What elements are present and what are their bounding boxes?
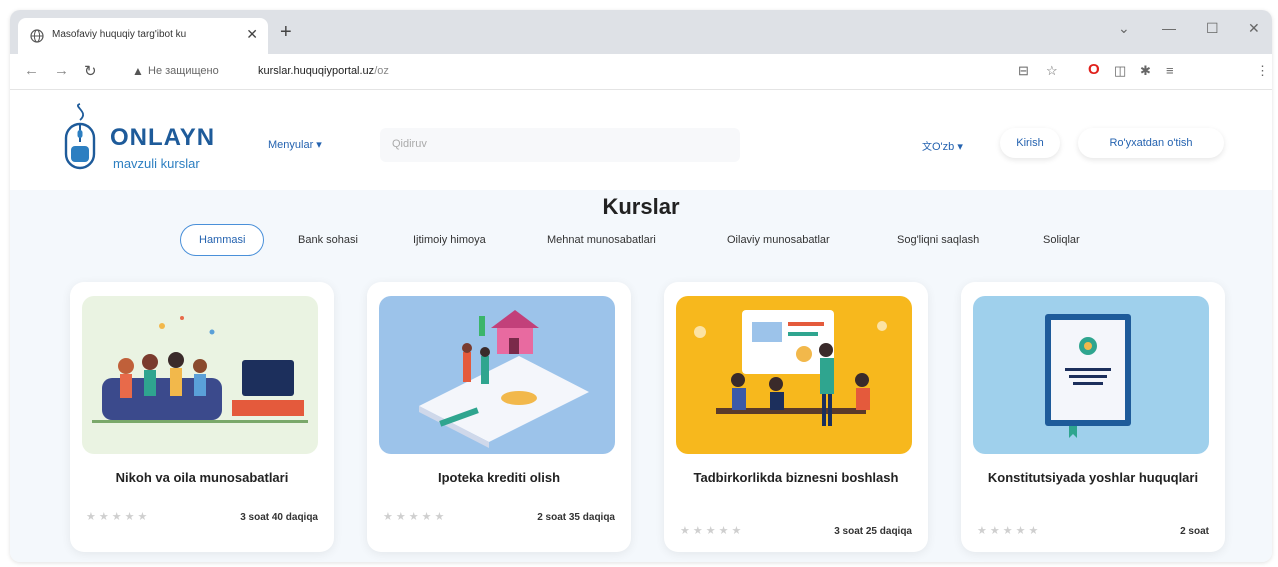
language-selector[interactable]: 文O'zb ▾ bbox=[922, 138, 963, 153]
course-image[interactable] bbox=[676, 296, 912, 454]
course-title[interactable]: Ipoteka krediti olish bbox=[377, 468, 621, 488]
rating-stars-icon[interactable]: ★★★★★ bbox=[977, 524, 1041, 537]
logo-subtitle: mavzuli kurslar bbox=[113, 156, 200, 171]
screenshot-extension-icon[interactable]: ◫ bbox=[1114, 63, 1126, 79]
mouse-logo-icon[interactable] bbox=[62, 102, 98, 172]
login-button[interactable]: Kirish bbox=[1000, 128, 1060, 158]
bookmark-star-icon[interactable]: ☆ bbox=[1046, 63, 1058, 79]
browser-toolbar: ← → ↻ ▲ Не защищено kurslar.huquqiyporta… bbox=[10, 54, 1272, 90]
rating-stars-icon[interactable]: ★★★★★ bbox=[383, 510, 447, 523]
course-card[interactable]: Ipoteka krediti olish ★★★★★ 2 soat 35 da… bbox=[367, 282, 631, 552]
reading-list-icon[interactable]: ≡ bbox=[1166, 63, 1174, 78]
tab-strip: Masofaviy huquqiy targ'ibot ku ✕ + ⌄ — ☐… bbox=[10, 10, 1272, 54]
course-card[interactable]: Nikoh va oila munosabatlari ★★★★★ 3 soat… bbox=[70, 282, 334, 552]
address-bar[interactable]: ▲ Не защищено kurslar.huquqiyportal.uz/o… bbox=[118, 59, 1108, 85]
search-placeholder: Qidiruv bbox=[392, 138, 427, 150]
browser-tab[interactable]: Masofaviy huquqiy targ'ibot ku ✕ bbox=[18, 18, 268, 54]
install-app-icon[interactable]: ⊟ bbox=[1018, 63, 1029, 79]
warning-triangle-icon[interactable]: ▲ bbox=[132, 64, 144, 78]
course-duration: 3 soat 25 daqiqa bbox=[834, 526, 912, 537]
constitution-book-icon bbox=[973, 296, 1209, 454]
translate-icon: 文 bbox=[922, 142, 932, 153]
category-tab-family-relations[interactable]: Oilaviy munosabatlar bbox=[727, 234, 830, 246]
category-tab-healthcare[interactable]: Sog'liqni saqlash bbox=[897, 234, 979, 246]
forward-arrow-icon[interactable]: → bbox=[54, 62, 69, 79]
language-label: O'zb ▾ bbox=[932, 141, 963, 153]
course-card[interactable]: Konstitutsiyada yoshlar huquqlari ★★★★★ … bbox=[961, 282, 1225, 552]
course-title[interactable]: Konstitutsiyada yoshlar huquqlari bbox=[971, 468, 1215, 488]
category-tab-social-protection[interactable]: Ijtimoiy himoya bbox=[413, 234, 486, 246]
opera-extension-icon[interactable]: O bbox=[1088, 61, 1100, 78]
course-card[interactable]: Tadbirkorlikda biznesni boshlash ★★★★★ 3… bbox=[664, 282, 928, 552]
site-header: ONLAYN mavzuli kurslar Menyular ▾ Qidiru… bbox=[10, 90, 1272, 190]
house-mortgage-icon bbox=[379, 296, 615, 454]
course-image[interactable] bbox=[379, 296, 615, 454]
tab-title: Masofaviy huquqiy targ'ibot ku bbox=[52, 29, 187, 40]
minimize-button[interactable]: — bbox=[1162, 20, 1176, 36]
menu-dropdown[interactable]: Menyular ▾ bbox=[268, 138, 322, 151]
logo-title[interactable]: ONLAYN bbox=[110, 124, 215, 152]
url-path: /oz bbox=[374, 65, 389, 77]
rating-stars-icon[interactable]: ★★★★★ bbox=[680, 524, 744, 537]
back-arrow-icon[interactable]: ← bbox=[24, 62, 39, 79]
tab-search-chevron-icon[interactable]: ⌄ bbox=[1118, 20, 1130, 37]
business-meeting-icon bbox=[676, 296, 912, 454]
tab-close-icon[interactable]: ✕ bbox=[246, 26, 258, 43]
course-image[interactable] bbox=[82, 296, 318, 454]
url-text: kurslar.huquqiyportal.uz/oz bbox=[258, 65, 389, 77]
globe-icon bbox=[30, 29, 44, 43]
course-title[interactable]: Nikoh va oila munosabatlari bbox=[80, 468, 324, 488]
reload-icon[interactable]: ↻ bbox=[84, 62, 97, 80]
category-tab-labor-relations[interactable]: Mehnat munosabatlari bbox=[547, 234, 656, 246]
category-tab-all[interactable]: Hammasi bbox=[180, 224, 265, 256]
maximize-button[interactable]: ☐ bbox=[1206, 20, 1219, 37]
url-host: kurslar.huquqiyportal.uz bbox=[258, 65, 375, 77]
register-button[interactable]: Ro'yxatdan o'tish bbox=[1078, 128, 1224, 158]
courses-section: Kurslar Hammasi Bank sohasi Ijtimoiy him… bbox=[10, 190, 1272, 562]
new-tab-button[interactable]: + bbox=[280, 22, 292, 42]
browser-window: Masofaviy huquqiy targ'ibot ku ✕ + ⌄ — ☐… bbox=[10, 10, 1272, 562]
security-status-label: Не защищено bbox=[148, 65, 219, 77]
course-image[interactable] bbox=[973, 296, 1209, 454]
course-title[interactable]: Tadbirkorlikda biznesni boshlash bbox=[674, 468, 918, 488]
category-tab-taxes[interactable]: Soliqlar bbox=[1043, 234, 1080, 246]
close-window-button[interactable]: ✕ bbox=[1248, 20, 1260, 37]
course-duration: 2 soat 35 daqiqa bbox=[537, 512, 615, 523]
family-sofa-tv-icon bbox=[82, 296, 318, 454]
rating-stars-icon[interactable]: ★★★★★ bbox=[86, 510, 150, 523]
category-tab-banking[interactable]: Bank sohasi bbox=[298, 234, 358, 246]
page-title: Kurslar bbox=[602, 194, 680, 219]
search-input[interactable]: Qidiruv bbox=[380, 128, 740, 162]
extensions-puzzle-icon[interactable]: ✱ bbox=[1140, 63, 1151, 79]
browser-menu-icon[interactable]: ⋮ bbox=[1256, 63, 1269, 79]
course-duration: 2 soat bbox=[1180, 526, 1209, 537]
course-duration: 3 soat 40 daqiqa bbox=[240, 512, 318, 523]
